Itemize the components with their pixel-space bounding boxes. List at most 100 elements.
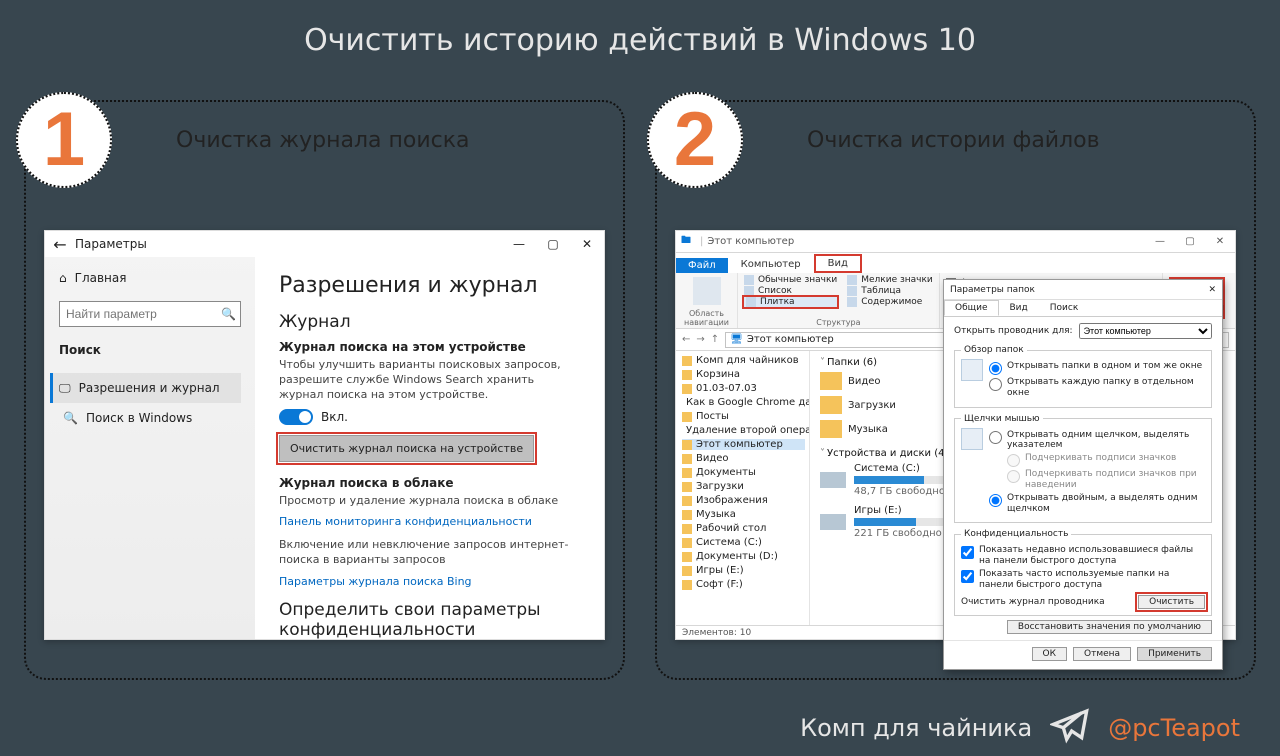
radio-new-window[interactable]: Открывать каждую папку в отдельном окне [989, 377, 1205, 399]
step-1-title: Очистка журнала поиска [176, 128, 470, 153]
dialog-close[interactable]: ✕ [1208, 285, 1216, 295]
tree-item[interactable]: Рабочий стол [682, 523, 805, 534]
tree-item[interactable]: Этот компьютер [682, 439, 805, 450]
search-icon: 🔍 [63, 411, 78, 425]
browse-icon [961, 359, 983, 381]
folder-icon [682, 370, 692, 380]
nav-forward[interactable]: → [696, 334, 704, 345]
window-maximize[interactable]: ▢ [1175, 236, 1205, 247]
window-close[interactable]: ✕ [1205, 236, 1235, 247]
open-for-select[interactable]: Этот компьютер [1079, 323, 1212, 339]
check-recent-files[interactable]: Показать недавно использовавшиеся файлы … [961, 545, 1205, 567]
folder-icon [820, 420, 842, 438]
back-button[interactable]: ← [45, 235, 75, 254]
folder-icon [682, 552, 692, 562]
tree-item[interactable]: Документы [682, 467, 805, 478]
check-frequent-folders[interactable]: Показать часто используемые папки на пан… [961, 569, 1205, 591]
tree-item[interactable]: Посты [682, 411, 805, 422]
footer-site: Комп для чайника [800, 714, 1032, 742]
pc-icon: 🖥 [730, 334, 743, 345]
explorer-icon: 🖿 [676, 233, 696, 250]
page-title: Очистить историю действий в Windows 10 [304, 23, 976, 58]
tree-item[interactable]: Загрузки [682, 481, 805, 492]
footer-handle[interactable]: @pcTeapot [1108, 714, 1240, 742]
radio-same-window[interactable]: Открывать папки в одном и том же окне [989, 361, 1205, 375]
clear-device-journal-button[interactable]: Очистить журнал поиска на устройстве [279, 435, 534, 462]
restore-defaults-button[interactable]: Восстановить значения по умолчанию [1007, 620, 1212, 634]
nav-home[interactable]: ⌂ Главная [59, 271, 241, 285]
folder-icon [682, 566, 692, 576]
dialog-tab-search[interactable]: Поиск [1039, 300, 1090, 316]
tree-item[interactable]: Как в Google Chrome дава [682, 397, 805, 408]
nav-up[interactable]: ↑ [711, 334, 719, 345]
folder-icon [682, 454, 692, 464]
tree-item[interactable]: Софт (F:) [682, 579, 805, 590]
view-table[interactable]: Таблица [847, 286, 933, 296]
tab-computer[interactable]: Компьютер [728, 256, 814, 273]
dialog-title: Параметры папок [950, 285, 1035, 295]
radio-double-click[interactable]: Открывать двойным, а выделять одним щелч… [989, 493, 1205, 515]
open-for-label: Открыть проводник для: [954, 326, 1073, 336]
tree-item[interactable]: Игры (E:) [682, 565, 805, 576]
settings-search-input[interactable] [66, 307, 221, 321]
toggle-switch-icon [279, 409, 313, 425]
folder-icon [820, 372, 842, 390]
settings-search[interactable]: 🔍 [59, 301, 241, 327]
dialog-tab-general[interactable]: Общие [944, 300, 999, 316]
privacy-dashboard-link[interactable]: Панель мониторинга конфиденциальности [279, 515, 532, 528]
view-list[interactable]: Список [744, 286, 837, 296]
explorer-tree[interactable]: Комп для чайников Корзина 01.03-07.03 Как в… [676, 351, 810, 625]
radio-single-click[interactable]: Открывать одним щелчком, выделять указат… [989, 430, 1205, 452]
home-icon: ⌂ [59, 271, 67, 285]
radio-underline-hover: Подчеркивать подписи значков при наведен… [1007, 469, 1205, 491]
tree-item[interactable]: Комп для чайников [682, 355, 805, 366]
folder-icon [682, 510, 692, 520]
nav-pane-icon[interactable] [693, 277, 721, 305]
folder-icon [682, 468, 692, 478]
step-2-badge: 2 [647, 92, 743, 188]
search-icon: 🔍 [221, 307, 236, 321]
view-tiles[interactable]: Плитка [744, 297, 837, 307]
view-small-icons[interactable]: Мелкие значки [847, 275, 933, 285]
step-1: 1 Очистка журнала поиска ← Параметры — ▢… [24, 100, 625, 680]
tree-item[interactable]: Документы (D:) [682, 551, 805, 562]
nav-search-windows[interactable]: 🔍 Поиск в Windows [59, 403, 241, 433]
tab-file[interactable]: Файл [676, 258, 728, 273]
fieldset-browse: Обзор папок Открывать папки в одном и то… [954, 345, 1212, 408]
explorer-window: 🖿 | Этот компьютер — ▢ ✕ Файл Компьютер … [675, 230, 1236, 640]
ribbon-group-layout: Обычные значки Мелкие значки Список Табл… [738, 273, 940, 328]
window-maximize[interactable]: ▢ [536, 237, 570, 251]
window-close[interactable]: ✕ [570, 237, 604, 251]
cancel-button[interactable]: Отмена [1073, 647, 1131, 661]
tree-item[interactable]: Изображения [682, 495, 805, 506]
tree-item[interactable]: 01.03-07.03 [682, 383, 805, 394]
view-normal-icons[interactable]: Обычные значки [744, 275, 837, 285]
dialog-tab-view[interactable]: Вид [999, 300, 1039, 316]
tree-item[interactable]: Удаление второй операци [682, 425, 805, 436]
device-journal-toggle[interactable]: Вкл. [279, 409, 580, 425]
bing-settings-link[interactable]: Параметры журнала поиска Bing [279, 575, 472, 588]
window-title: Параметры [75, 237, 502, 251]
nav-category: Поиск [59, 343, 241, 357]
nav-back[interactable]: ← [682, 334, 690, 345]
tree-item[interactable]: Музыка [682, 509, 805, 520]
cloud-journal-title: Журнал поиска в облаке [279, 476, 580, 490]
tree-item[interactable]: Видео [682, 453, 805, 464]
apply-button[interactable]: Применить [1137, 647, 1212, 661]
drive-icon [820, 472, 846, 488]
tree-item[interactable]: Корзина [682, 369, 805, 380]
folder-icon [682, 482, 692, 492]
view-content[interactable]: Содержимое [847, 297, 933, 307]
tree-item[interactable]: Система (C:) [682, 537, 805, 548]
clear-history-button[interactable]: Очистить [1138, 595, 1205, 609]
ok-button[interactable]: ОК [1032, 647, 1067, 661]
folder-icon [682, 356, 692, 366]
tab-view[interactable]: Вид [814, 254, 862, 273]
nav-permissions-journal[interactable]: 🖵 Разрешения и журнал [50, 373, 241, 403]
fieldset-privacy: Конфиденциальность Показать недавно испо… [954, 529, 1212, 615]
folder-icon [682, 440, 692, 450]
window-minimize[interactable]: — [502, 237, 536, 251]
bing-desc: Включение или невключение запросов интер… [279, 538, 580, 568]
fieldset-clicks: Щелчки мышью Открывать одним щелчком, вы… [954, 414, 1212, 524]
window-minimize[interactable]: — [1145, 236, 1175, 247]
